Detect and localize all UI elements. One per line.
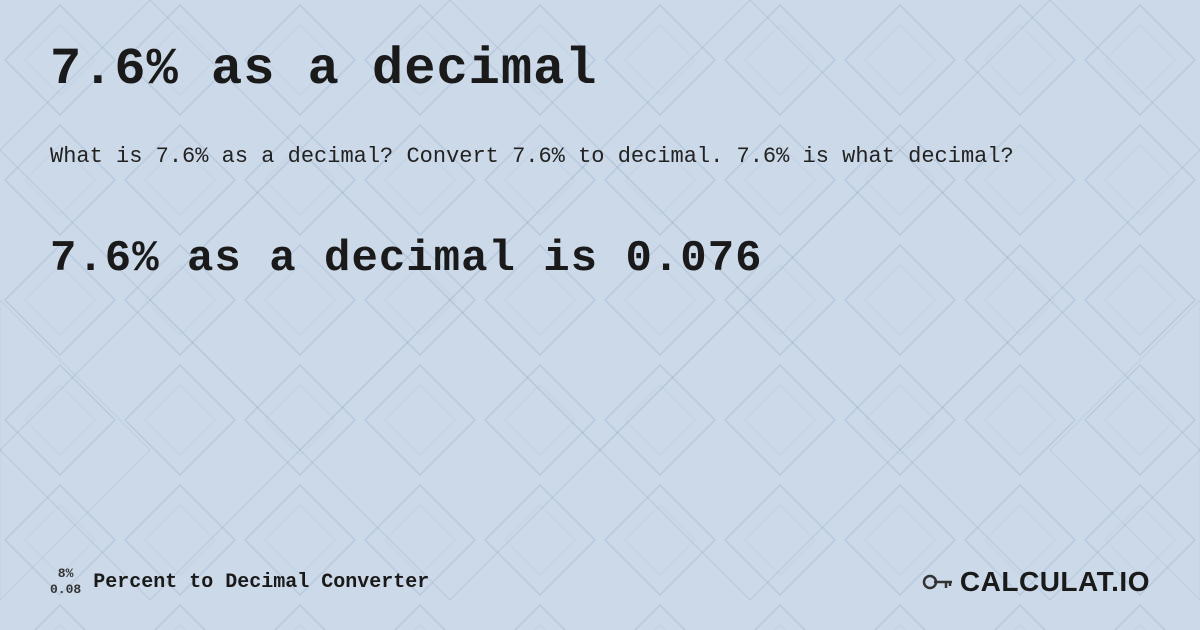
result-text: 7.6% as a decimal is 0.076 <box>50 234 1150 284</box>
calculat-logo[interactable]: CALCULAT.IO <box>920 564 1150 600</box>
result-section: 7.6% as a decimal is 0.076 <box>50 234 1150 284</box>
calculat-text: CALCULAT.IO <box>960 566 1150 598</box>
footer-right: CALCULAT.IO <box>920 564 1150 600</box>
badge-bottom: 0.08 <box>50 582 81 598</box>
footer-label: Percent to Decimal Converter <box>93 571 429 594</box>
description-text: What is 7.6% as a decimal? Convert 7.6% … <box>50 139 1150 174</box>
badge-top: 8% <box>58 566 74 582</box>
calculat-icon <box>920 564 956 600</box>
page-title: 7.6% as a decimal <box>50 40 1150 99</box>
footer-left: 8% 0.08 Percent to Decimal Converter <box>50 566 429 597</box>
percent-badge: 8% 0.08 <box>50 566 81 597</box>
footer: 8% 0.08 Percent to Decimal Converter CAL… <box>50 544 1150 600</box>
